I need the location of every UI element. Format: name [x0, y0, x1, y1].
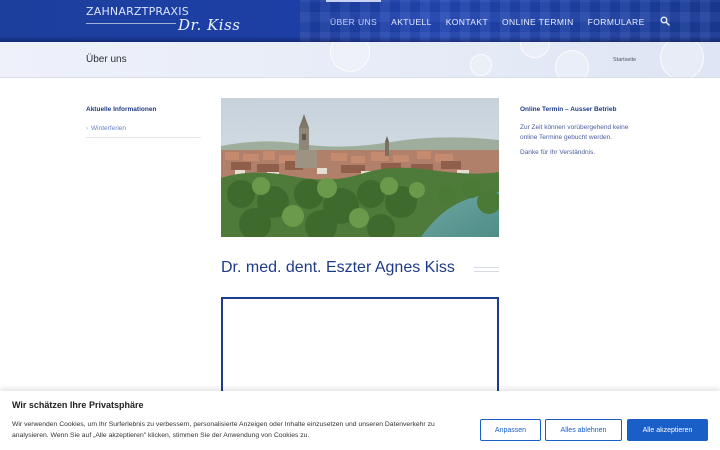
left-sidebar: Aktuelle Informationen › Winterferien	[86, 106, 201, 138]
right-widget-thanks: Danke für Ihr Verständnis.	[520, 149, 596, 156]
breadcrumb-home-link[interactable]: Startseite	[613, 57, 636, 63]
decorative-bubble	[660, 42, 704, 77]
hero-city-photo	[221, 98, 499, 237]
logo-underline	[86, 23, 176, 24]
page-title: Über uns	[86, 54, 127, 65]
decorative-bubble	[555, 50, 589, 77]
nav-ueber-uns[interactable]: ÜBER UNS	[325, 0, 382, 42]
logo-text: ZAHNARZTPRAXIS	[86, 5, 189, 18]
search-icon[interactable]	[659, 15, 671, 27]
cookie-consent-banner: Wir schätzen Ihre Privatsphäre Wir verwe…	[0, 391, 720, 450]
right-widget-title: Online Termin – Ausser Betrieb	[520, 106, 617, 113]
chevron-right-icon: ›	[86, 125, 88, 132]
cookie-customize-button[interactable]: Anpassen	[480, 419, 541, 441]
cookie-reject-button[interactable]: Alles ablehnen	[545, 419, 622, 441]
nav-aktuell[interactable]: AKTUELL	[391, 0, 432, 42]
right-sidebar: Online Termin – Ausser Betrieb Zur Zeit …	[520, 106, 640, 156]
nav-kontakt[interactable]: KONTAKT	[446, 0, 488, 42]
left-widget-title: Aktuelle Informationen	[86, 106, 157, 113]
right-widget-text: Zur Zeit können vorübergehend keine onli…	[520, 124, 629, 141]
nav-online-termin[interactable]: ONLINE TERMIN	[502, 0, 574, 42]
site-header: ZAHNARZTPRAXIS Dr. Kiss ÜBER UNS AKTUELL…	[0, 0, 720, 42]
sidebar-link-label: Winterferien	[91, 125, 127, 132]
decorative-bubble	[520, 42, 550, 58]
cookie-accept-button[interactable]: Alle akzeptieren	[627, 419, 708, 441]
sidebar-divider	[86, 137, 201, 138]
page-title-bar: Über uns Startseite	[0, 42, 720, 78]
sidebar-link-winterferien[interactable]: › Winterferien	[86, 125, 201, 132]
heading-separator	[474, 267, 499, 272]
logo-script-text: Dr. Kiss	[178, 16, 241, 34]
cookie-text: Wir verwenden Cookies, um Ihr Surferlebn…	[12, 421, 435, 439]
cookie-title: Wir schätzen Ihre Privatsphäre	[12, 400, 144, 410]
decorative-bubble	[330, 42, 370, 72]
main-nav: ÜBER UNS AKTUELL KONTAKT ONLINE TERMIN F…	[325, 0, 671, 42]
nav-formulare[interactable]: FORMULARE	[588, 0, 645, 42]
site-logo[interactable]: ZAHNARZTPRAXIS Dr. Kiss	[86, 4, 246, 34]
decorative-bubble	[470, 54, 492, 76]
main-heading: Dr. med. dent. Eszter Agnes Kiss	[221, 259, 455, 276]
